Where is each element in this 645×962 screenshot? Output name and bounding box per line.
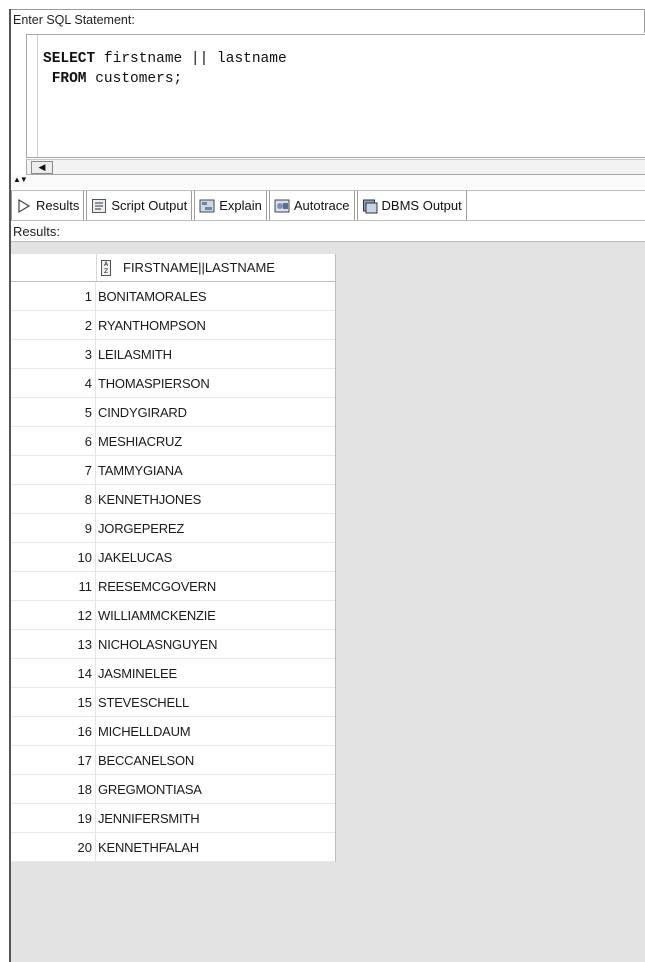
table-cell[interactable]: LEILASMITH [96,340,335,368]
sort-icon[interactable]: AZ [101,259,111,276]
grid-rows: 1 BONITAMORALES 2 RYANTHOMPSON 3 LEILASMITH 4 T… [11,282,335,862]
table-cell[interactable]: JORGEPEREZ [96,514,335,542]
table-cell[interactable]: BONITAMORALES [96,282,335,310]
table-cell[interactable]: JENNIFERSMITH [96,804,335,832]
table-row[interactable]: 19 JENNIFERSMITH [11,804,335,833]
tab-results[interactable]: Results [11,191,85,221]
sql-worksheet: Enter SQL Statement: SELECT firstname ||… [9,9,645,962]
table-row[interactable]: 16 MICHELLDAUM [11,717,335,746]
table-row[interactable]: 6 MESHIACRUZ [11,427,335,456]
table-row[interactable]: 3 LEILASMITH [11,340,335,369]
column-header-firstname-lastname[interactable]: AZ FIRSTNAME||LASTNAME [96,254,335,281]
row-number: 17 [11,746,96,774]
table-row[interactable]: 13 NICHOLASNGUYEN [11,630,335,659]
table-cell[interactable]: MICHELLDAUM [96,717,335,745]
dbms-output-icon [362,199,378,213]
table-cell[interactable]: CINDYGIRARD [96,398,335,426]
sql-editor[interactable]: SELECT firstname || lastname FROM custom… [26,34,645,158]
table-cell[interactable]: GREGMONTIASA [96,775,335,803]
table-cell[interactable]: NICHOLASNGUYEN [96,630,335,658]
tab-explain[interactable]: Explain [194,191,267,221]
results-label: Results: [11,220,645,241]
row-number: 20 [11,833,96,861]
row-number: 15 [11,688,96,716]
row-number: 3 [11,340,96,368]
table-row[interactable]: 10 JAKELUCAS [11,543,335,572]
row-number: 11 [11,572,96,600]
table-row[interactable]: 1 BONITAMORALES [11,282,335,311]
sql-line-2-text: customers; [86,71,183,87]
row-number: 2 [11,311,96,339]
tab-explain-label: Explain [219,198,262,213]
play-icon [18,198,31,213]
row-number: 9 [11,514,96,542]
table-cell[interactable]: JASMINELEE [96,659,335,687]
sql-keyword-from: FROM [51,71,87,87]
row-number: 18 [11,775,96,803]
table-cell[interactable]: BECCANELSON [96,746,335,774]
tab-dbms-output[interactable]: DBMS Output [356,191,467,221]
table-row[interactable]: 8 KENNETHJONES [11,485,335,514]
row-number: 6 [11,427,96,455]
row-number: 10 [11,543,96,571]
tab-dbms-output-label: DBMS Output [381,198,462,213]
editor-horizontal-scrollbar[interactable]: ◀ [26,159,645,175]
autotrace-icon [274,199,290,212]
sql-code[interactable]: SELECT firstname || lastname FROM custom… [43,49,287,89]
splitter-arrows-icon[interactable]: ▲▼ [13,176,28,184]
tab-script-output[interactable]: Script Output [86,191,193,221]
results-grid: AZ FIRSTNAME||LASTNAME 1 BONITAMORALES 2 RY… [11,254,336,862]
table-cell[interactable]: REESEMCGOVERN [96,572,335,600]
table-row[interactable]: 4 THOMASPIERSON [11,369,335,398]
row-number: 13 [11,630,96,658]
row-number: 16 [11,717,96,745]
table-row[interactable]: 14 JASMINELEE [11,659,335,688]
output-tab-bar: Results Script Output Explain Autotrace … [11,190,645,221]
row-number: 14 [11,659,96,687]
table-row[interactable]: 20 KENNETHFALAH [11,833,335,862]
table-cell[interactable]: RYANTHOMPSON [96,311,335,339]
row-number: 12 [11,601,96,629]
row-number: 8 [11,485,96,513]
table-row[interactable]: 9 JORGEPEREZ [11,514,335,543]
table-row[interactable]: 11 REESEMCGOVERN [11,572,335,601]
table-cell[interactable]: JAKELUCAS [96,543,335,571]
scroll-left-arrow-icon[interactable]: ◀ [31,161,53,174]
row-number: 7 [11,456,96,484]
table-row[interactable]: 2 RYANTHOMPSON [11,311,335,340]
pane-splitter[interactable]: ▲▼ [11,175,645,189]
row-number: 1 [11,282,96,310]
row-number-header [11,254,96,281]
tab-results-label: Results [36,198,80,213]
table-cell[interactable]: STEVESCHELL [96,688,335,716]
table-cell[interactable]: MESHIACRUZ [96,427,335,455]
editor-gutter [37,35,38,157]
table-row[interactable]: 17 BECCANELSON [11,746,335,775]
table-row[interactable]: 18 GREGMONTIASA [11,775,335,804]
column-header-label: FIRSTNAME||LASTNAME [123,260,275,275]
table-row[interactable]: 7 TAMMYGIANA [11,456,335,485]
table-row[interactable]: 15 STEVESCHELL [11,688,335,717]
tab-autotrace[interactable]: Autotrace [268,191,355,221]
script-output-icon [92,198,107,213]
table-cell[interactable]: THOMASPIERSON [96,369,335,397]
results-grid-area: AZ FIRSTNAME||LASTNAME 1 BONITAMORALES 2 RY… [11,241,645,962]
row-number: 5 [11,398,96,426]
table-row[interactable]: 12 WILLIAMMCKENZIE [11,601,335,630]
table-row[interactable]: 5 CINDYGIRARD [11,398,335,427]
tab-script-output-label: Script Output [111,198,188,213]
table-cell[interactable]: TAMMYGIANA [96,456,335,484]
row-number: 4 [11,369,96,397]
table-cell[interactable]: WILLIAMMCKENZIE [96,601,335,629]
grid-header: AZ FIRSTNAME||LASTNAME [11,254,335,282]
explain-icon [199,199,215,212]
tab-autotrace-label: Autotrace [293,198,350,213]
table-cell[interactable]: KENNETHJONES [96,485,335,513]
table-cell[interactable]: KENNETHFALAH [96,833,335,861]
sql-statement-label: Enter SQL Statement: [11,9,645,33]
sql-keyword-select: SELECT [43,51,96,67]
sql-line-1-text: firstname || lastname [95,51,287,67]
row-number: 19 [11,804,96,832]
